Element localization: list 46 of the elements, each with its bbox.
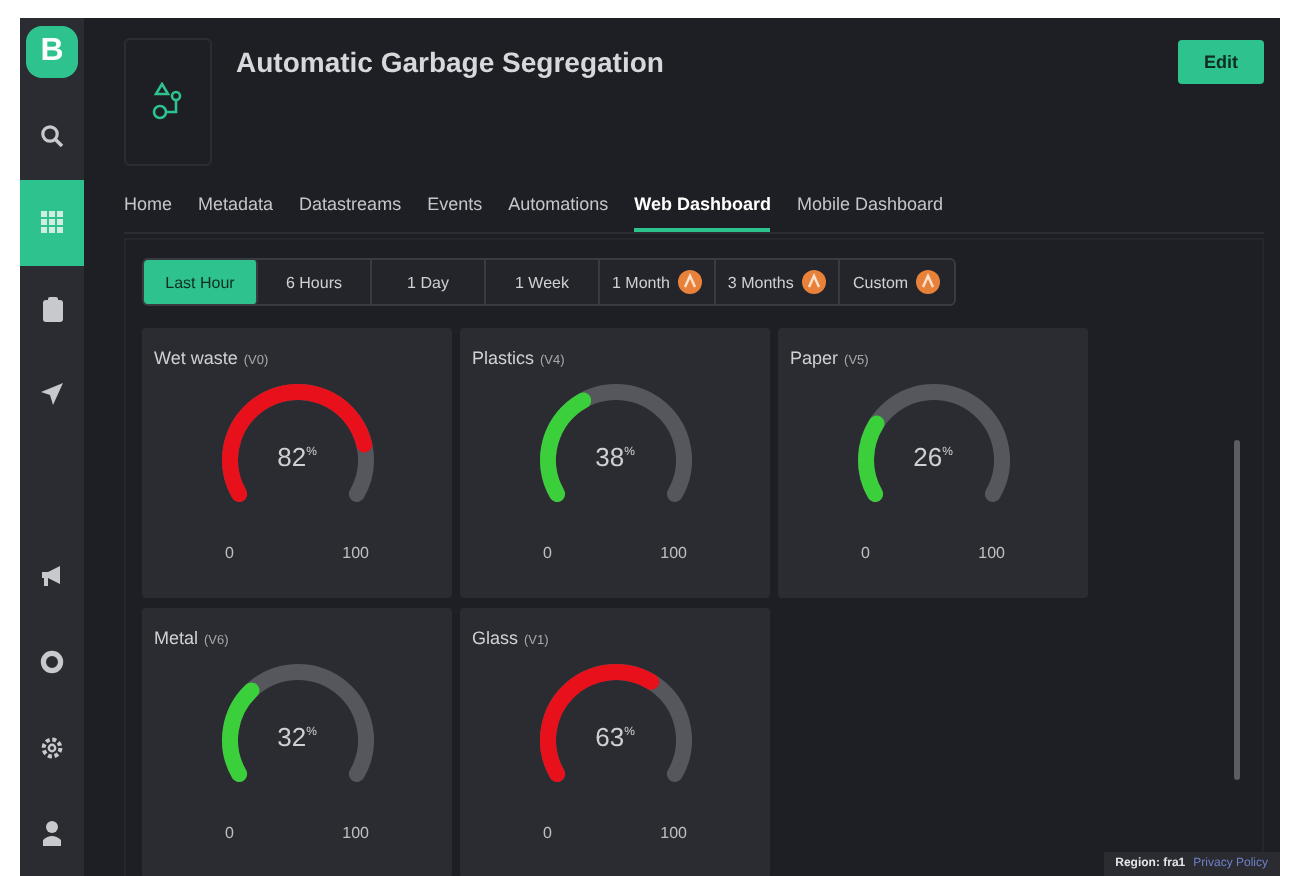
- tab[interactable]: Events: [427, 194, 483, 232]
- tab[interactable]: Metadata: [198, 194, 274, 232]
- min-label: 0: [225, 544, 234, 562]
- scrollbar[interactable]: [1234, 440, 1240, 780]
- tab[interactable]: Automations: [508, 194, 609, 232]
- min-label: 0: [861, 544, 870, 562]
- max-label: 100: [342, 824, 369, 842]
- max-label: 100: [342, 544, 369, 562]
- widget-title: Glass: [472, 628, 519, 648]
- time-range-button[interactable]: Last Hour: [144, 260, 258, 304]
- time-range-button[interactable]: 1 Week: [486, 260, 600, 304]
- max-label: 100: [978, 544, 1005, 562]
- time-range-button[interactable]: 3 Months: [715, 260, 840, 304]
- widget-title: Metal: [154, 628, 199, 648]
- megaphone-icon: [40, 563, 64, 588]
- gauge-value: 26$^{%}$: [911, 442, 955, 472]
- device-title: Automatic Garbage Segregation: [236, 46, 666, 78]
- clipboard-icon: [41, 295, 63, 322]
- min-label: 0: [543, 544, 552, 562]
- time-range-button[interactable]: Custom: [839, 260, 954, 304]
- device-icon: [150, 82, 186, 122]
- settings-icon: [40, 735, 64, 760]
- grid-icon: [40, 210, 64, 235]
- min-label: 0: [543, 824, 552, 842]
- time-range-button[interactable]: 1 Month: [600, 260, 716, 304]
- lifebuoy-icon: [40, 649, 64, 674]
- send-icon: [40, 382, 64, 407]
- time-range-button[interactable]: 1 Day: [372, 260, 486, 304]
- time-range-button[interactable]: 6 Hours: [258, 260, 372, 304]
- gauge-value: 38$^{%}$: [593, 442, 637, 472]
- max-label: 100: [660, 544, 687, 562]
- tab[interactable]: Mobile Dashboard: [796, 194, 944, 232]
- tab[interactable]: Home: [124, 194, 173, 232]
- person-icon: [42, 820, 62, 846]
- tab[interactable]: Datastreams: [299, 194, 402, 232]
- gauge-value: 63$^{%}$: [593, 722, 637, 752]
- search-icon: [40, 124, 64, 149]
- gauge-value: 82$^{%}$: [275, 442, 319, 472]
- widget-title: Plastics: [472, 348, 535, 368]
- min-label: 0: [225, 824, 234, 842]
- max-label: 100: [660, 824, 687, 842]
- gauge-value: 32$^{%}$: [275, 722, 319, 752]
- tab[interactable]: Web Dashboard: [634, 194, 771, 232]
- widget-title: Wet waste: [154, 348, 238, 368]
- widget-title: Paper: [790, 348, 839, 368]
- edit-button[interactable]: Edit: [1178, 40, 1264, 84]
